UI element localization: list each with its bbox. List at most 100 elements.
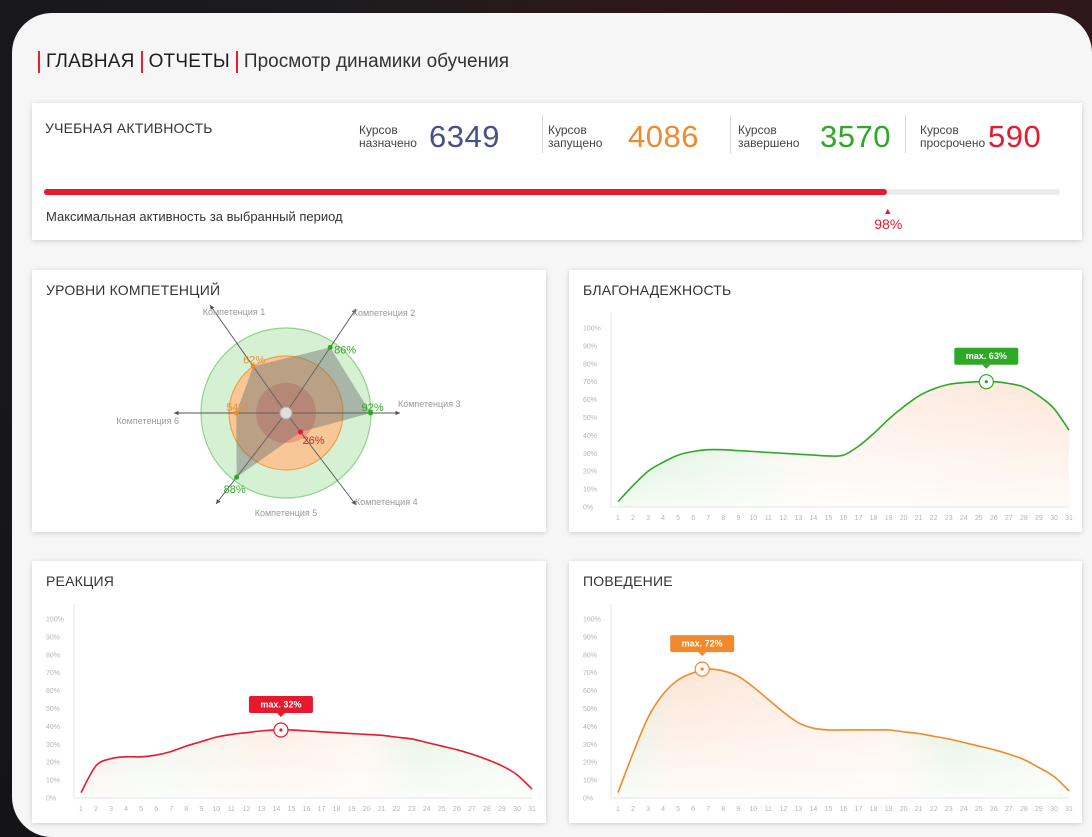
- chart-x-tick-label: 17: [855, 806, 863, 813]
- max-point-dot: [700, 667, 704, 671]
- radar-value-label: 86%: [334, 344, 356, 356]
- chart-x-tick-label: 2: [631, 806, 635, 813]
- dashboard-frame: ГЛАВНАЯ ОТЧЕТЫ Просмотр динамики обучени…: [12, 13, 1092, 837]
- chart-y-tick-label: 80%: [583, 652, 597, 659]
- chart-y-tick-label: 50%: [46, 706, 60, 713]
- chart-x-tick-label: 11: [765, 806, 772, 813]
- chart-x-tick-label: 13: [795, 515, 803, 522]
- learning-activity-card: УЧЕБНАЯ АКТИВНОСТЬ Курсов назначено 6349…: [32, 103, 1082, 240]
- breadcrumb-separator: [140, 51, 143, 73]
- radar-value-label: 26%: [302, 435, 324, 447]
- chart-x-tick-label: 28: [1020, 515, 1028, 522]
- max-tooltip-label: max. 32%: [260, 699, 301, 709]
- chart-y-tick-label: 70%: [46, 670, 60, 677]
- stat-overdue-label: Курсов просрочено: [920, 123, 986, 150]
- radar-value-label: 62%: [243, 354, 265, 366]
- chart-x-tick-label: 18: [870, 806, 878, 813]
- chart-area-fill: [81, 729, 532, 798]
- chart-y-tick-label: 30%: [46, 742, 60, 749]
- radar-axis-label: Компетенция 1: [203, 307, 266, 317]
- chart-x-tick-label: 21: [378, 806, 386, 813]
- chart-x-tick-label: 5: [139, 806, 143, 813]
- chart-y-tick-label: 50%: [583, 706, 597, 713]
- breadcrumb-home-link[interactable]: ГЛАВНАЯ: [46, 51, 135, 73]
- reaction-panel: РЕАКЦИЯ 0% 10% 20% 30% 40% 50% 60% 70% 80% 90% 100…: [32, 561, 546, 823]
- chart-x-tick-label: 25: [975, 515, 983, 522]
- chart-x-tick-label: 24: [423, 806, 431, 813]
- chart-x-tick-label: 19: [885, 515, 893, 522]
- chart-x-tick-label: 23: [945, 806, 953, 813]
- max-point-dot: [984, 380, 988, 384]
- chart-x-tick-label: 10: [749, 515, 757, 522]
- behavior-panel: ПОВЕДЕНИЕ 0% 10% 20% 30% 40% 50% 60% 70% 80% 90% 1…: [569, 561, 1082, 823]
- chart-x-tick-label: 22: [393, 806, 401, 813]
- chart-x-tick-label: 4: [661, 806, 665, 813]
- chart-y-tick-label: 60%: [583, 688, 597, 695]
- max-point-dot: [279, 728, 283, 732]
- radar-value-label: 92%: [362, 402, 384, 414]
- chart-x-tick-label: 1: [79, 806, 83, 813]
- radar-axis-label: Компетенция 3: [398, 399, 461, 409]
- radar-value-label: 54%: [226, 402, 248, 414]
- chart-x-tick-label: 16: [303, 806, 311, 813]
- chart-x-tick-label: 16: [840, 806, 848, 813]
- chart-x-tick-label: 8: [721, 806, 725, 813]
- radar-value-label: 88%: [224, 484, 246, 496]
- chart-x-tick-label: 21: [915, 515, 923, 522]
- chart-x-tick-label: 5: [676, 806, 680, 813]
- chart-y-tick-label: 40%: [583, 433, 597, 440]
- max-tooltip-label: max. 63%: [966, 351, 1007, 361]
- chart-x-tick-label: 30: [513, 806, 521, 813]
- chart-x-tick-label: 1: [616, 515, 620, 522]
- stat-assigned[interactable]: Курсов назначено 6349: [359, 117, 500, 157]
- chart-x-tick-label: 12: [779, 515, 787, 522]
- chart-x-tick-label: 17: [318, 806, 326, 813]
- chart-x-tick-label: 3: [109, 806, 113, 813]
- radar-axis-label: Компетенция 6: [116, 416, 179, 426]
- chart-x-tick-label: 15: [825, 806, 833, 813]
- chart-x-tick-label: 31: [1065, 806, 1073, 813]
- competency-levels-panel: УРОВНИ КОМПЕТЕНЦИЙ Компетенция 1 Компетен…: [32, 270, 546, 532]
- chart-x-tick-label: 27: [1005, 806, 1013, 813]
- chart-x-tick-label: 30: [1050, 515, 1058, 522]
- radar-data-point: [234, 474, 240, 480]
- chart-x-tick-label: 6: [154, 806, 158, 813]
- reliability-chart: 0%10%20%30%40%50%60%70%80%90%100%1 2 3 4 5 6 7…: [583, 313, 1073, 522]
- chart-y-tick-label: 10%: [583, 487, 597, 494]
- breadcrumb-separator: [235, 51, 238, 73]
- breadcrumb: ГЛАВНАЯ ОТЧЕТЫ Просмотр динамики обучени…: [32, 49, 509, 75]
- chart-x-tick-label: 6: [691, 515, 695, 522]
- chart-x-tick-label: 19: [885, 806, 893, 813]
- chart-x-tick-label: 4: [124, 806, 128, 813]
- chart-y-tick-label: 90%: [46, 634, 60, 641]
- stat-started-label: Курсов запущено: [548, 123, 603, 150]
- radar-axis-label: Компетенция 4: [355, 497, 418, 507]
- chart-x-tick-label: 26: [990, 806, 998, 813]
- stat-divider: [542, 115, 543, 153]
- radar-axis-arrow-icon: [395, 410, 400, 416]
- stat-completed[interactable]: Курсов завершено 3570: [738, 117, 891, 157]
- chart-x-tick-label: 7: [706, 515, 710, 522]
- stat-overdue[interactable]: Курсов просрочено 590: [920, 117, 1041, 157]
- radar-data-point: [297, 429, 303, 435]
- chart-y-tick-label: 100%: [583, 326, 601, 333]
- stat-started-value: 4086: [628, 119, 699, 154]
- behavior-chart: 0%10%20%30%40%50%60%70%80%90%100%1 2 3 4 5 6 7…: [583, 604, 1073, 813]
- chart-x-tick-label: 11: [228, 806, 235, 813]
- chart-y-tick-label: 100%: [46, 617, 64, 624]
- stat-assigned-label: Курсов назначено: [359, 123, 417, 150]
- chart-x-tick-label: 10: [212, 806, 220, 813]
- radar-chart: Компетенция 1 Компетенция 2 Компетенция 3 К…: [116, 304, 461, 518]
- chart-x-tick-label: 27: [468, 806, 476, 813]
- chart-y-tick-label: 10%: [583, 778, 597, 785]
- activity-progress-fill: [44, 189, 888, 195]
- stat-divider: [905, 115, 906, 153]
- stat-started[interactable]: Курсов запущено 4086: [548, 117, 699, 157]
- chart-x-tick-label: 22: [930, 806, 938, 813]
- chart-x-tick-label: 5: [676, 515, 680, 522]
- chart-x-tick-label: 8: [721, 515, 725, 522]
- radar-data-point: [327, 344, 333, 350]
- breadcrumb-reports-link[interactable]: ОТЧЕТЫ: [149, 51, 230, 73]
- chart-y-tick-label: 70%: [583, 379, 597, 386]
- chart-x-tick-label: 24: [960, 515, 968, 522]
